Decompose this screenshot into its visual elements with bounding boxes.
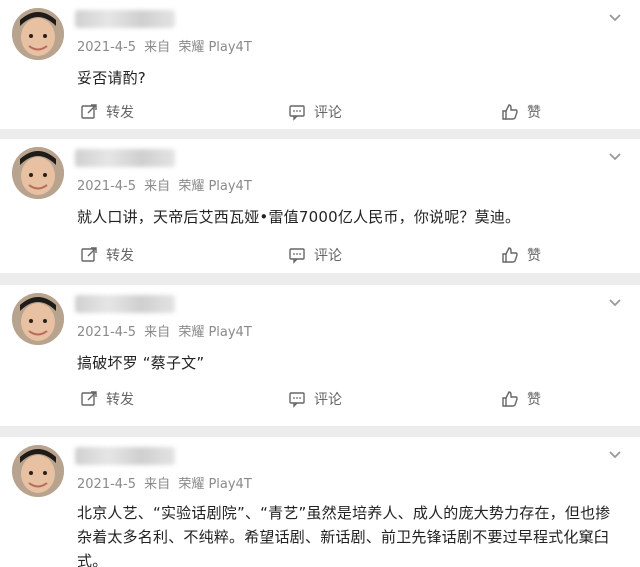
username-blurred[interactable] (75, 447, 175, 465)
like-button[interactable]: 赞 (501, 243, 541, 267)
comment-icon (289, 105, 305, 121)
post-source-prefix: 来自 (144, 179, 171, 194)
post-device[interactable]: 荣耀 Play4T (178, 325, 251, 340)
chevron-down-icon[interactable] (608, 149, 622, 163)
like-button[interactable]: 赞 (501, 387, 541, 411)
share-icon (81, 391, 97, 406)
thumbs-up-icon (502, 247, 518, 263)
comment-card: 2021-4-5 来自 荣耀 Play4T 搞破坏罗 “蔡子文” 转发 评论 赞 (0, 285, 640, 426)
post-source-prefix: 来自 (144, 325, 171, 340)
share-icon (81, 104, 97, 119)
comment-label: 评论 (314, 105, 342, 121)
share-label: 转发 (106, 392, 134, 408)
avatar[interactable] (12, 293, 64, 345)
avatar[interactable] (12, 147, 64, 199)
post-device[interactable]: 荣耀 Play4T (178, 477, 251, 492)
comment-card: 2021-4-5 来自 荣耀 Play4T 妥否请酌? 转发 评论 赞 (0, 0, 640, 129)
comment-text: 北京人艺、“实验话剧院”、“青艺”虽然是培养人、成人的庞大势力存在，但也掺杂着太… (77, 504, 611, 567)
post-meta: 2021-4-5 来自 荣耀 Play4T (77, 36, 256, 55)
post-device[interactable]: 荣耀 Play4T (178, 40, 251, 55)
like-label: 赞 (527, 248, 541, 264)
post-meta: 2021-4-5 来自 荣耀 Play4T (77, 175, 256, 194)
share-button[interactable]: 转发 (80, 100, 134, 124)
comment-label: 评论 (314, 392, 342, 408)
action-bar: 转发 评论 赞 (0, 243, 640, 267)
username-blurred[interactable] (75, 295, 175, 313)
comment-card: 2021-4-5 来自 荣耀 Play4T 就人口讲，天帝后艾西瓦娅•雷值700… (0, 139, 640, 273)
like-label: 赞 (527, 392, 541, 408)
comment-icon (289, 248, 305, 264)
share-label: 转发 (106, 248, 134, 264)
post-date: 2021-4-5 (77, 477, 137, 492)
thumbs-up-icon (502, 104, 518, 120)
share-button[interactable]: 转发 (80, 243, 134, 267)
post-meta: 2021-4-5 来自 荣耀 Play4T (77, 473, 256, 492)
comment-button[interactable]: 评论 (288, 243, 342, 267)
share-button[interactable]: 转发 (80, 387, 134, 411)
share-label: 转发 (106, 105, 134, 121)
action-bar: 转发 评论 赞 (0, 387, 640, 411)
post-device[interactable]: 荣耀 Play4T (178, 179, 251, 194)
comment-feed: 2021-4-5 来自 荣耀 Play4T 妥否请酌? 转发 评论 赞 2021… (0, 0, 640, 567)
action-bar: 转发 评论 赞 (0, 100, 640, 124)
post-meta: 2021-4-5 来自 荣耀 Play4T (77, 321, 256, 340)
post-date: 2021-4-5 (77, 179, 137, 194)
comment-icon (289, 392, 305, 408)
post-source-prefix: 来自 (144, 477, 171, 492)
chevron-down-icon[interactable] (608, 10, 622, 24)
username-blurred[interactable] (75, 10, 175, 28)
like-label: 赞 (527, 105, 541, 121)
share-icon (81, 247, 97, 262)
comment-text: 妥否请酌? (77, 69, 146, 87)
comment-text: 就人口讲，天帝后艾西瓦娅•雷值7000亿人民币，你说呢？莫迪。 (77, 208, 521, 226)
comment-label: 评论 (314, 248, 342, 264)
thumbs-up-icon (502, 391, 518, 407)
post-source-prefix: 来自 (144, 40, 171, 55)
avatar[interactable] (12, 445, 64, 497)
post-date: 2021-4-5 (77, 40, 137, 55)
comment-card: 2021-4-5 来自 荣耀 Play4T 北京人艺、“实验话剧院”、“青艺”虽… (0, 437, 640, 567)
like-button[interactable]: 赞 (501, 100, 541, 124)
comment-button[interactable]: 评论 (288, 100, 342, 124)
username-blurred[interactable] (75, 149, 175, 167)
chevron-down-icon[interactable] (608, 295, 622, 309)
comment-button[interactable]: 评论 (288, 387, 342, 411)
avatar[interactable] (12, 8, 64, 60)
post-date: 2021-4-5 (77, 325, 137, 340)
chevron-down-icon[interactable] (608, 447, 622, 461)
comment-text: 搞破坏罗 “蔡子文” (77, 354, 205, 372)
